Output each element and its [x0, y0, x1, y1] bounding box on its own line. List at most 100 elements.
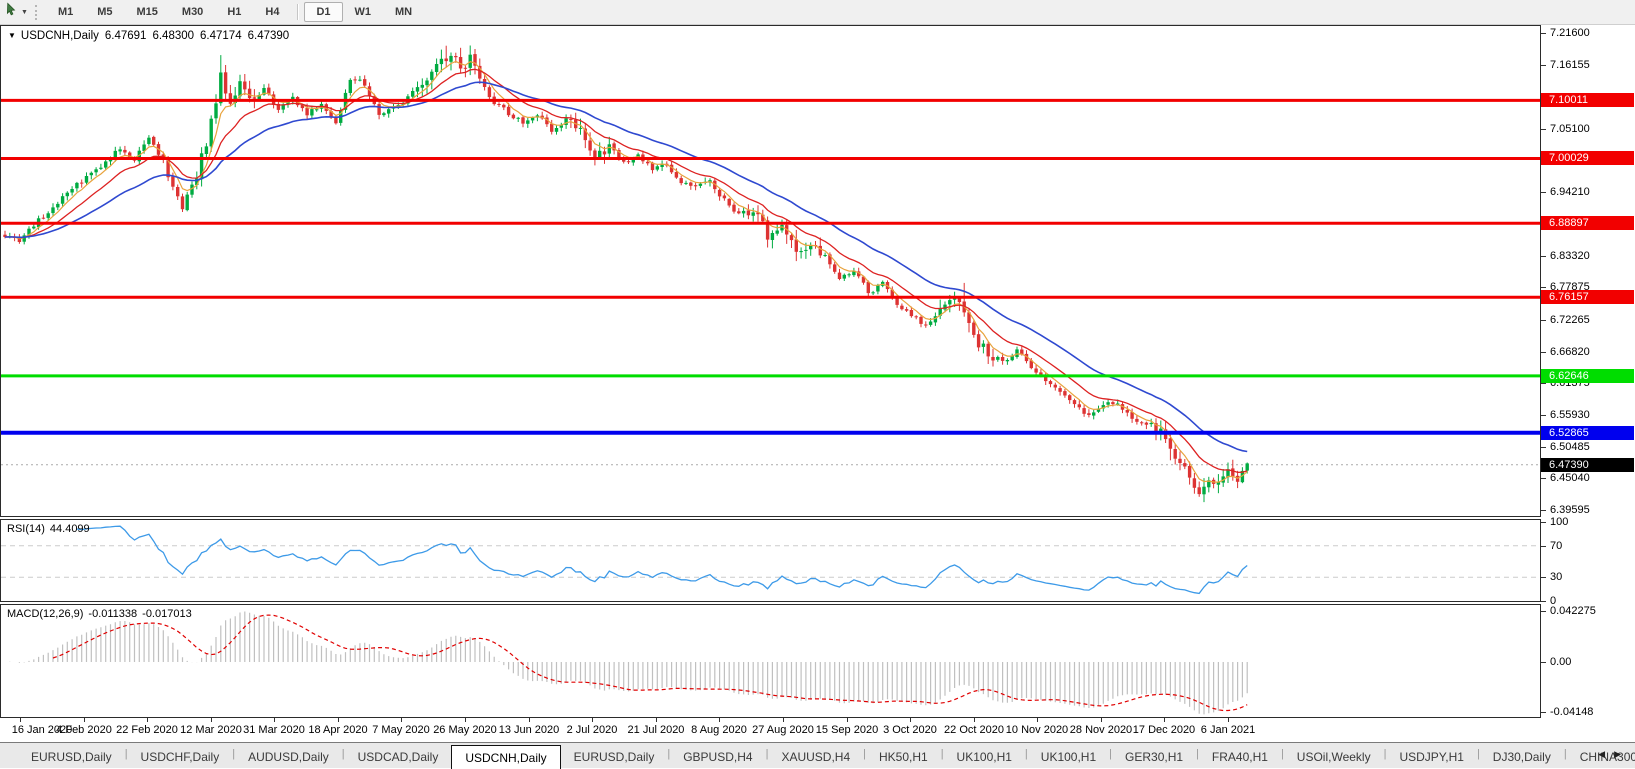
time-tick — [1164, 718, 1165, 722]
candlestick-plot[interactable] — [1, 26, 1540, 516]
time-tick — [401, 718, 402, 722]
time-tick — [910, 718, 911, 722]
chart-tab-dj30-daily[interactable]: DJ30,Daily — [1480, 746, 1564, 767]
timeframe-button-d1[interactable]: D1 — [304, 2, 343, 22]
chart-tab-ger30-h1[interactable]: GER30,H1 — [1112, 746, 1196, 767]
chart-tab-eurusd-daily[interactable]: EURUSD,Daily — [18, 746, 125, 767]
chart-tab-usdcnh-daily[interactable]: USDCNH,Daily — [451, 745, 561, 769]
collapse-triangle-icon[interactable]: ▼ — [8, 31, 16, 40]
price-level-badge: 6.62646 — [1541, 369, 1634, 383]
time-tick — [211, 718, 212, 722]
time-tick — [1101, 718, 1102, 722]
time-tick — [529, 718, 530, 722]
timeframe-button-m1[interactable]: M1 — [46, 2, 85, 22]
macd-name: MACD(12,26,9) — [7, 608, 84, 620]
toolbar-separator — [297, 4, 299, 20]
axis-tick-label: 0.00 — [1541, 656, 1571, 668]
chart-tab-uk100-h1[interactable]: UK100,H1 — [1028, 746, 1109, 767]
cursor-tool-button[interactable]: ▼ — [4, 2, 28, 22]
chevron-down-icon[interactable]: ▼ — [21, 9, 28, 16]
price-level-badge: 7.00029 — [1541, 151, 1634, 165]
axis-tick-label: -0.04148 — [1541, 706, 1593, 718]
rsi-panel[interactable]: RSI(14) 44.4099 — [0, 519, 1541, 602]
axis-tick-label: 70 — [1541, 540, 1562, 552]
axis-tick-label: 6.55930 — [1541, 409, 1590, 421]
tab-scroll-left-icon[interactable]: ◀ — [1598, 749, 1614, 759]
time-tick — [656, 718, 657, 722]
rsi-label: RSI(14) 44.4099 — [7, 523, 95, 535]
chart-tab-fra40-h1[interactable]: FRA40,H1 — [1199, 746, 1281, 767]
axis-tick-label: 6.72265 — [1541, 314, 1590, 326]
time-tick — [592, 718, 593, 722]
axis-tick-label: 100 — [1541, 516, 1568, 528]
timeframe-button-m30[interactable]: M30 — [170, 2, 215, 22]
time-tick — [974, 718, 975, 722]
toolbar: ▼ M1 M5 M15 M30 H1 H4 D1 W1 MN — [0, 0, 1635, 25]
tab-scroll-right-icon[interactable]: ▶ — [1614, 749, 1630, 759]
axis-tick-label: 6.66820 — [1541, 346, 1590, 358]
time-tick — [338, 718, 339, 722]
timeframe-button-mn[interactable]: MN — [383, 2, 424, 22]
price-level-badge: 7.10011 — [1541, 93, 1634, 107]
timeframe-button-h1[interactable]: H1 — [215, 2, 253, 22]
chart-tab-usoil-weekly[interactable]: USOil,Weekly — [1284, 746, 1384, 767]
time-tick — [20, 718, 21, 722]
time-tick — [847, 718, 848, 722]
macd-label: MACD(12,26,9) -0.011338 -0.017013 — [7, 608, 197, 620]
quote-close: 6.47390 — [247, 30, 290, 42]
chart-tab-audusd-daily[interactable]: AUDUSD,Daily — [235, 746, 342, 767]
chart-tab-xauusd-h4[interactable]: XAUUSD,H4 — [768, 746, 863, 767]
tab-scroll-arrows: ◀▶ — [1598, 749, 1630, 760]
time-tick — [84, 718, 85, 722]
time-tick — [719, 718, 720, 722]
price-level-badge: 6.52865 — [1541, 426, 1634, 440]
price-level-badge: 6.47390 — [1541, 458, 1634, 472]
rsi-plot[interactable] — [1, 520, 1540, 601]
price-level-badge: 6.88897 — [1541, 216, 1634, 230]
axis-tick-label: 6.83320 — [1541, 250, 1590, 262]
axis-tick-label: 6.94210 — [1541, 186, 1590, 198]
chart-tab-eurusd-daily[interactable]: EURUSD,Daily — [561, 746, 668, 767]
price-axis[interactable]: 7.21600 7.16155 7.05100 6.94210 6.83320 6.778… — [1541, 25, 1635, 742]
symbol-title: USDCNH,Daily — [20, 30, 99, 42]
chart-title: ▼ USDCNH,Daily 6.47691 6.48300 6.47174 6.4739… — [8, 30, 289, 42]
time-tick — [147, 718, 148, 722]
time-tick — [274, 718, 275, 722]
price-level-badge: 6.76157 — [1541, 290, 1634, 304]
quote-low: 6.47174 — [200, 30, 242, 42]
price-chart-panel[interactable]: ▼ USDCNH,Daily 6.47691 6.48300 6.47174 6.4739… — [0, 25, 1541, 517]
timeframe-button-h4[interactable]: H4 — [253, 2, 291, 22]
time-tick-label: 6 Jan 2021 — [1200, 724, 1256, 736]
chart-tab-usdjpy-h1[interactable]: USDJPY,H1 — [1386, 746, 1476, 767]
time-tick — [465, 718, 466, 722]
timeframe-button-w1[interactable]: W1 — [343, 2, 384, 22]
axis-tick-label: 7.16155 — [1541, 59, 1590, 71]
timeframe-buttons: M1 M5 M15 M30 H1 H4 D1 W1 MN — [46, 2, 424, 22]
chart-tab-uk100-h1[interactable]: UK100,H1 — [944, 746, 1025, 767]
axis-tick-label: 30 — [1541, 571, 1562, 583]
time-axis[interactable]: 16 Jan 2020 4 Feb 2020 22 Feb 2020 12 Mar 2… — [0, 718, 1635, 742]
chart-tab-hk50-h1[interactable]: HK50,H1 — [866, 746, 941, 767]
time-tick — [1037, 718, 1038, 722]
toolbar-grip[interactable] — [34, 4, 37, 20]
timeframe-button-m15[interactable]: M15 — [125, 2, 170, 22]
rsi-name: RSI(14) — [7, 523, 45, 535]
macd-plot[interactable] — [1, 605, 1540, 717]
axis-tick-label: 7.05100 — [1541, 123, 1590, 135]
cursor-tool-icon[interactable] — [4, 2, 19, 22]
timeframe-button-m5[interactable]: M5 — [85, 2, 124, 22]
rsi-value: 44.4099 — [49, 523, 90, 535]
chart-tab-gbpusd-h4[interactable]: GBPUSD,H4 — [670, 746, 765, 767]
chart-tab-usdchf-daily[interactable]: USDCHF,Daily — [128, 746, 233, 767]
chart-tabs: EURUSD,Daily | USDCHF,Daily | AUDUSD,Daily | U… — [0, 742, 1635, 769]
macd-panel[interactable]: MACD(12,26,9) -0.011338 -0.017013 — [0, 604, 1541, 718]
time-tick — [1228, 718, 1229, 722]
macd-value-2: -0.017013 — [142, 608, 192, 620]
macd-value-1: -0.011338 — [88, 608, 138, 620]
chart-tab-usdcad-daily[interactable]: USDCAD,Daily — [345, 746, 452, 767]
axis-tick-label: 6.50485 — [1541, 441, 1590, 453]
quote-open: 6.47691 — [104, 30, 147, 42]
axis-tick-label: 7.21600 — [1541, 27, 1590, 39]
axis-tick-label: 6.45040 — [1541, 472, 1590, 484]
axis-tick-label: 0.042275 — [1541, 605, 1596, 617]
